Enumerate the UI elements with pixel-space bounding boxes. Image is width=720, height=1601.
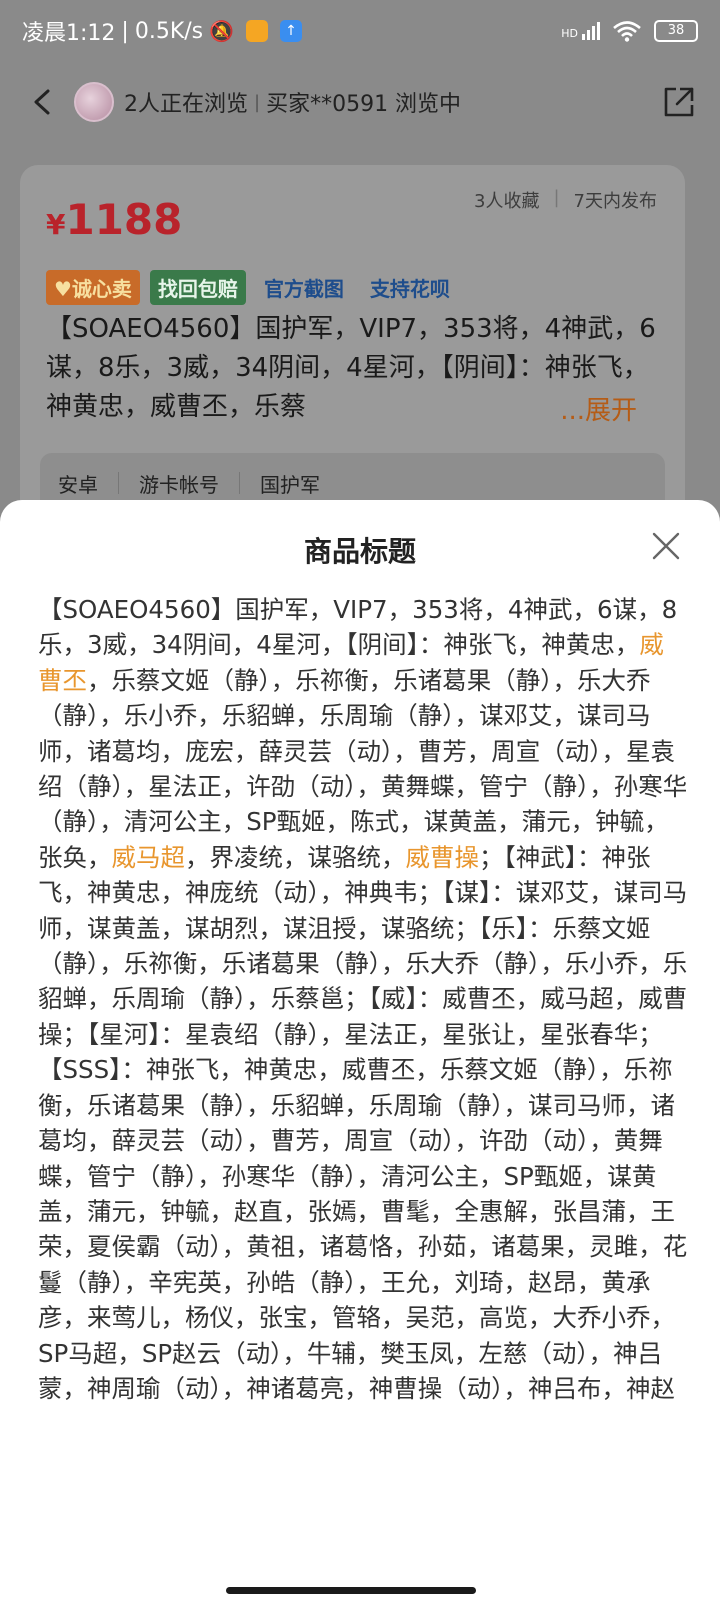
buyer-browsing: 买家**0591 浏览中 (266, 92, 462, 117)
title-segment-highlight: 威马超 (111, 842, 186, 872)
battery-icon: 38 (654, 20, 698, 42)
attribute-divider (118, 472, 119, 494)
title-segment: ，界凌统，谋骆统， (185, 842, 406, 872)
status-separator: | (121, 18, 129, 44)
sheet-title: 商品标题 (303, 535, 416, 568)
title-segment: 【SOAEO4560】国护军，VIP7，353将，4神武，6谋，8乐，3威，34… (38, 595, 678, 660)
home-indicator[interactable] (226, 1587, 476, 1594)
status-left: 凌晨1:12 | 0.5K/s 🔕 ↑ (22, 15, 303, 47)
status-bar: 凌晨1:12 | 0.5K/s 🔕 ↑ HD 38 (0, 0, 720, 62)
share-icon[interactable] (662, 85, 696, 119)
page-header: 2人正在浏览 | 买家**0591 浏览中 (0, 62, 720, 142)
meta-divider: | (553, 187, 560, 208)
price: ¥1188 (46, 195, 182, 244)
title-segment: ；【神武】：神张飞，神黄忠，神庞统（动），神典韦；【谋】：谋邓艾，谋司马师，谋黄… (38, 842, 688, 1403)
tag-huabei-support: 支持花呗 (369, 277, 450, 301)
tag-recovery-guarantee: 找回包赔 (149, 270, 246, 305)
tag-sincere-sell: ♥诚心卖 (46, 270, 140, 305)
publish-time: 7天内发布 (573, 191, 657, 212)
product-tags: ♥诚心卖 找回包赔 官方截图 支持花呗 (46, 270, 458, 305)
upload-notification-icon: ↑ (280, 20, 303, 42)
currency-symbol: ¥ (46, 208, 66, 241)
price-value: 1188 (65, 195, 183, 244)
attribute-account-type: 游卡帐号 (139, 472, 219, 497)
attribute-divider (239, 472, 240, 494)
viewer-count: 2人正在浏览 (124, 92, 248, 117)
wifi-icon (613, 21, 641, 42)
mute-bell-icon: 🔕 (209, 19, 235, 43)
battery-level: 38 (667, 23, 685, 38)
favorite-count: 3人收藏 (474, 191, 540, 212)
title-segment-highlight: 威曹操 (405, 842, 480, 872)
title-bottom-sheet: 商品标题 【SOAEO4560】国护军，VIP7，353将，4神武，6谋，8乐，… (0, 500, 720, 1601)
status-right: HD 38 (561, 20, 698, 42)
attribute-rank: 国护军 (260, 472, 320, 497)
header-divider: | (254, 91, 261, 113)
status-time: 凌晨1:12 (22, 21, 116, 46)
back-arrow-icon[interactable] (24, 85, 64, 119)
full-title-text: 【SOAEO4560】国护军，VIP7，353将，4神武，6谋，8乐，3威，34… (38, 592, 688, 1406)
product-meta: 3人收藏 | 7天内发布 (474, 187, 657, 213)
expand-button[interactable]: ...展开 (554, 390, 637, 427)
title-segment: ，乐蔡文姬（静），乐祢衡，乐诸葛果（静），乐大乔（静），乐小乔，乐貂蝉，乐周瑜（… (38, 665, 688, 872)
status-net-speed: 0.5K/s (134, 18, 204, 44)
viewer-avatar (74, 82, 114, 122)
heart-icon: ♥ (54, 277, 72, 301)
notification-app-icon (246, 20, 269, 42)
tag-official-screenshot: 官方截图 (263, 277, 344, 301)
close-icon[interactable] (650, 530, 682, 562)
attribute-platform: 安卓 (58, 472, 98, 497)
signal-icon: HD (561, 22, 600, 40)
